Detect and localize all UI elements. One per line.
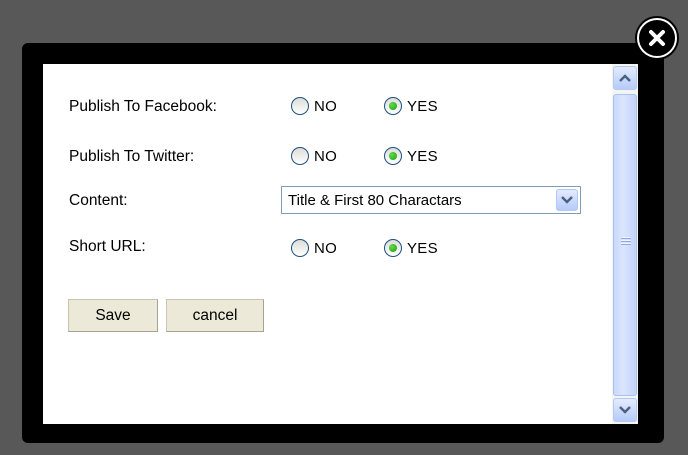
twitter-yes-option[interactable]: YES [384,147,438,165]
content-select[interactable]: Title & First 80 Charactars [281,186,581,214]
twitter-no-radio[interactable] [291,147,309,165]
content-label: Content: [69,192,128,209]
twitter-no-label: NO [314,147,338,165]
short-url-yes-option[interactable]: YES [384,239,438,257]
cancel-button[interactable]: cancel [166,299,264,332]
facebook-yes-radio[interactable] [384,97,402,115]
short-url-yes-radio[interactable] [384,239,402,257]
twitter-no-option[interactable]: NO [291,147,337,165]
facebook-label: Publish To Facebook: [69,98,217,115]
short-url-no-label: NO [314,239,338,257]
short-url-yes-label: YES [407,239,438,257]
short-url-no-radio[interactable] [291,239,309,257]
short-url-no-option[interactable]: NO [291,239,337,257]
twitter-yes-label: YES [407,147,438,165]
chevron-down-icon [619,406,631,414]
facebook-yes-label: YES [407,97,438,115]
chevron-down-icon[interactable] [556,189,578,211]
short-url-label: Short URL: [69,238,146,255]
facebook-no-label: NO [314,97,338,115]
save-button[interactable]: Save [68,299,158,332]
facebook-no-option[interactable]: NO [291,97,337,115]
facebook-yes-option[interactable]: YES [384,97,438,115]
grip-icon [621,237,631,246]
twitter-label: Publish To Twitter: [69,148,195,165]
vertical-scrollbar[interactable] [612,64,638,424]
twitter-yes-radio[interactable] [384,147,402,165]
content-select-value: Title & First 80 Charactars [288,192,462,209]
chevron-up-icon [619,74,631,82]
scroll-thumb[interactable] [613,94,637,396]
close-icon [649,30,665,46]
close-button[interactable] [637,18,677,58]
scroll-up-button[interactable] [613,66,637,90]
scroll-down-button[interactable] [613,398,637,422]
facebook-no-radio[interactable] [291,97,309,115]
